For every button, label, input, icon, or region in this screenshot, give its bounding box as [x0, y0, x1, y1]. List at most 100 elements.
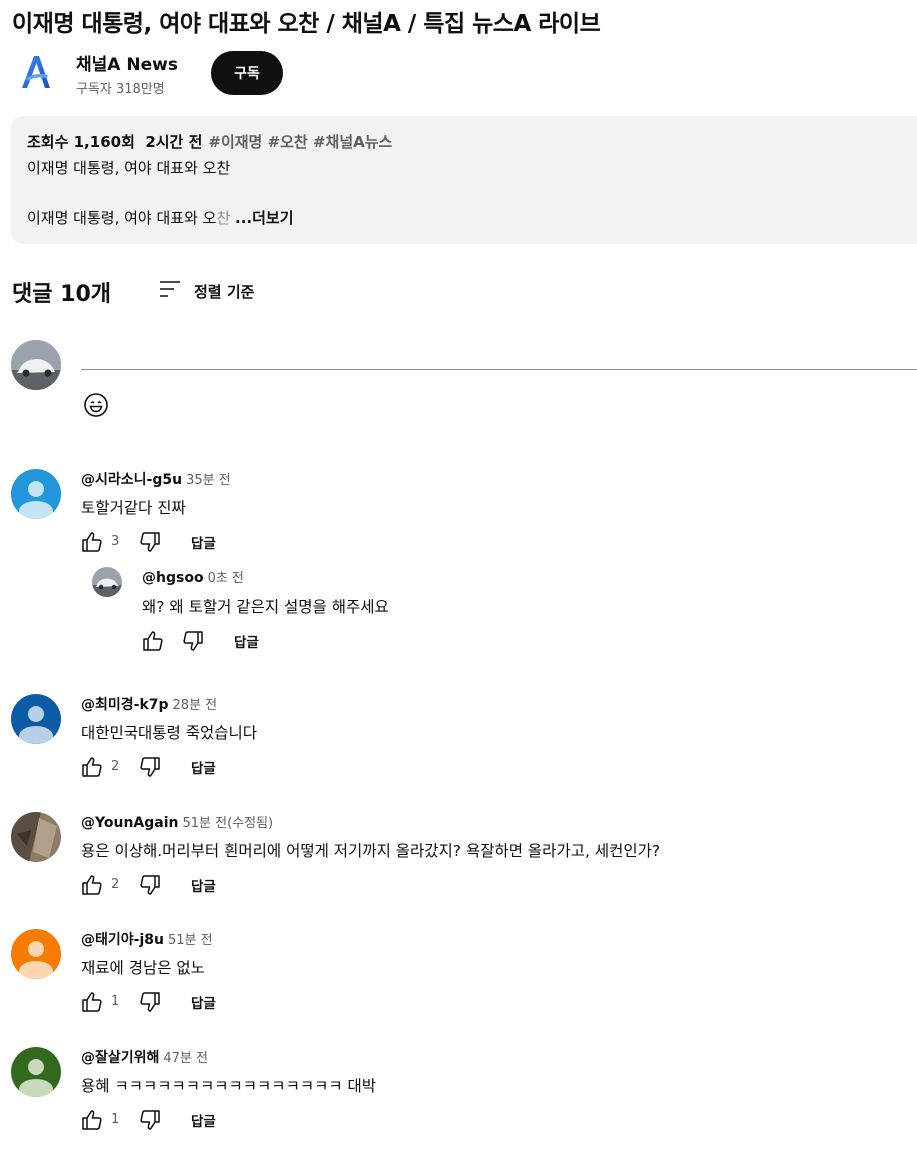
like-button[interactable]: [138, 626, 168, 656]
comment-actions: 1 답글: [77, 1105, 377, 1135]
thumbs-up-icon: [82, 532, 102, 552]
reply-button[interactable]: 답글: [191, 752, 216, 782]
comment-actions: 답글: [138, 626, 438, 656]
comments-header: 댓글 10개 정렬 기준: [12, 276, 412, 308]
thumbs-up-icon: [143, 631, 163, 651]
comment-header: @시라소니-g5u 35분 전: [81, 469, 231, 489]
comment-thread: @최미경-k7p 28분 전 대한민국대통령 죽었습니다 2 답글: [11, 694, 917, 794]
dislike-button[interactable]: [135, 752, 165, 782]
comment-text: 용은 이상해.머리부터 흰머리에 어떻게 저기까지 올라갔지? 욕잘하면 올라가…: [81, 842, 661, 860]
comment-author[interactable]: @최미경-k7p: [81, 697, 169, 713]
description-preview: 이재명 대통령, 여야 대표와 오찬 ...더보기: [27, 207, 294, 228]
subscriber-count: 구독자 318만명: [76, 82, 165, 97]
reply-button[interactable]: 답글: [191, 870, 216, 900]
subscribe-button[interactable]: 구독: [211, 51, 283, 95]
like-count: 2: [111, 877, 120, 892]
comment-actions: 3 답글: [77, 527, 377, 557]
thumbs-up-icon: [82, 992, 102, 1012]
thumbs-down-icon: [140, 757, 160, 777]
like-button[interactable]: [77, 527, 107, 557]
video-title: 이재명 대통령, 여야 대표와 오찬 / 채널A / 특집 뉴스A 라이브: [12, 11, 601, 37]
sort-icon: [158, 277, 182, 305]
like-button[interactable]: [77, 1105, 107, 1135]
avatar[interactable]: [11, 929, 61, 979]
sort-label: 정렬 기준: [194, 282, 255, 301]
comment-text: 왜? 왜 토할거 같은지 설명을 해주세요: [142, 598, 389, 616]
dislike-button[interactable]: [135, 870, 165, 900]
avatar[interactable]: [92, 567, 122, 597]
comment-time[interactable]: 28분 전: [173, 698, 218, 713]
reply-button[interactable]: 답글: [191, 1105, 216, 1135]
comment-actions: 2 답글: [77, 752, 377, 782]
like-count: 3: [111, 534, 120, 549]
comment-author[interactable]: @잘살기위해: [81, 1050, 159, 1066]
thumbs-down-icon: [140, 532, 160, 552]
comment-text: 용혜 ㅋㅋㅋㅋㅋㅋㅋㅋㅋㅋㅋㅋㅋㅋㅋㅋ 대박: [81, 1077, 377, 1095]
like-button[interactable]: [77, 987, 107, 1017]
like-button[interactable]: [77, 870, 107, 900]
comment-time[interactable]: 35분 전: [186, 473, 231, 488]
thumbs-up-icon: [82, 757, 102, 777]
show-more-button[interactable]: ...더보기: [235, 209, 294, 227]
channel-row: 채널A News 구독자 318만명 구독: [12, 46, 512, 102]
comment-text: 대한민국대통령 죽었습니다: [81, 724, 258, 742]
like-button[interactable]: [77, 752, 107, 782]
comment-thread: @잘살기위해 47분 전 용혜 ㅋㅋㅋㅋㅋㅋㅋㅋㅋㅋㅋㅋㅋㅋㅋㅋ 대박 1 답글: [11, 1047, 917, 1147]
comment-author[interactable]: @시라소니-g5u: [81, 472, 182, 488]
description-preview-text: 이재명 대통령, 여야 대표와 오: [27, 209, 217, 227]
reply-button[interactable]: 답글: [191, 987, 216, 1017]
comment-author[interactable]: @hgsoo: [142, 570, 204, 586]
comment-thread: @YounAgain 51분 전(수정됨) 용은 이상해.머리부터 흰머리에 어떻…: [11, 812, 917, 912]
comment-actions: 1 답글: [77, 987, 377, 1017]
comment-time[interactable]: 47분 전: [163, 1051, 208, 1066]
comment-text: 재료에 경남은 없노: [81, 959, 205, 977]
like-count: 1: [111, 994, 120, 1009]
comment-time[interactable]: 51분 전(수정됨): [182, 816, 273, 831]
thumbs-down-icon: [140, 992, 160, 1012]
comments-count: 댓글 10개: [12, 282, 111, 307]
description-box[interactable]: 조회수 1,160회 2시간 전 #이재명 #오찬 #채널A뉴스 이재명 대통령,…: [11, 116, 917, 244]
comment-text: 토할거같다 진짜: [81, 499, 186, 517]
comment-header: @YounAgain 51분 전(수정됨): [81, 812, 273, 831]
emoji-icon[interactable]: [82, 391, 110, 419]
comment-time[interactable]: 51분 전: [168, 933, 213, 948]
like-count: 2: [111, 759, 120, 774]
description-line: 이재명 대통령, 여야 대표와 오찬: [27, 159, 231, 177]
dislike-button[interactable]: [178, 626, 208, 656]
comment-header: @최미경-k7p 28분 전: [81, 694, 217, 714]
like-count: 1: [111, 1112, 120, 1127]
view-count-time: 조회수 1,160회 2시간 전: [27, 133, 203, 151]
reply-button[interactable]: 답글: [191, 527, 216, 557]
dislike-button[interactable]: [135, 527, 165, 557]
comment-header: @hgsoo 0초 전: [142, 567, 244, 586]
avatar[interactable]: [11, 694, 61, 744]
comment-actions: 2 답글: [77, 870, 377, 900]
comment-header: @잘살기위해 47분 전: [81, 1047, 208, 1067]
comment-author[interactable]: @태기야-j8u: [81, 932, 164, 948]
thumbs-down-icon: [183, 631, 203, 651]
thumbs-down-icon: [140, 1110, 160, 1130]
add-comment: [11, 340, 917, 420]
comment-author[interactable]: @YounAgain: [81, 815, 178, 831]
thumbs-up-icon: [82, 1110, 102, 1130]
thumbs-up-icon: [82, 875, 102, 895]
avatar[interactable]: [11, 1047, 61, 1097]
reply-button[interactable]: 답글: [234, 626, 259, 656]
dislike-button[interactable]: [135, 1105, 165, 1135]
avatar[interactable]: [11, 469, 61, 519]
reply-item: @hgsoo 0초 전 왜? 왜 토할거 같은지 설명을 해주세요 답글: [92, 567, 912, 667]
hashtags[interactable]: #이재명 #오찬 #채널A뉴스: [208, 133, 392, 151]
comment-thread: @시라소니-g5u 35분 전 토할거같다 진짜 3 답글 @hgsoo 0초 전 …: [11, 469, 917, 679]
avatar[interactable]: [11, 812, 61, 862]
comment-header: @태기야-j8u 51분 전: [81, 929, 213, 949]
comment-time[interactable]: 0초 전: [208, 571, 244, 586]
sort-button[interactable]: 정렬 기준: [158, 278, 278, 304]
comment-thread: @태기야-j8u 51분 전 재료에 경남은 없노 1 답글: [11, 929, 917, 1029]
comment-input[interactable]: [81, 346, 917, 370]
avatar: [11, 340, 61, 390]
dislike-button[interactable]: [135, 987, 165, 1017]
thumbs-down-icon: [140, 875, 160, 895]
description-preview-fade: 찬: [216, 209, 236, 227]
channel-logo[interactable]: [12, 48, 60, 96]
channel-name[interactable]: 채널A News: [76, 50, 178, 75]
